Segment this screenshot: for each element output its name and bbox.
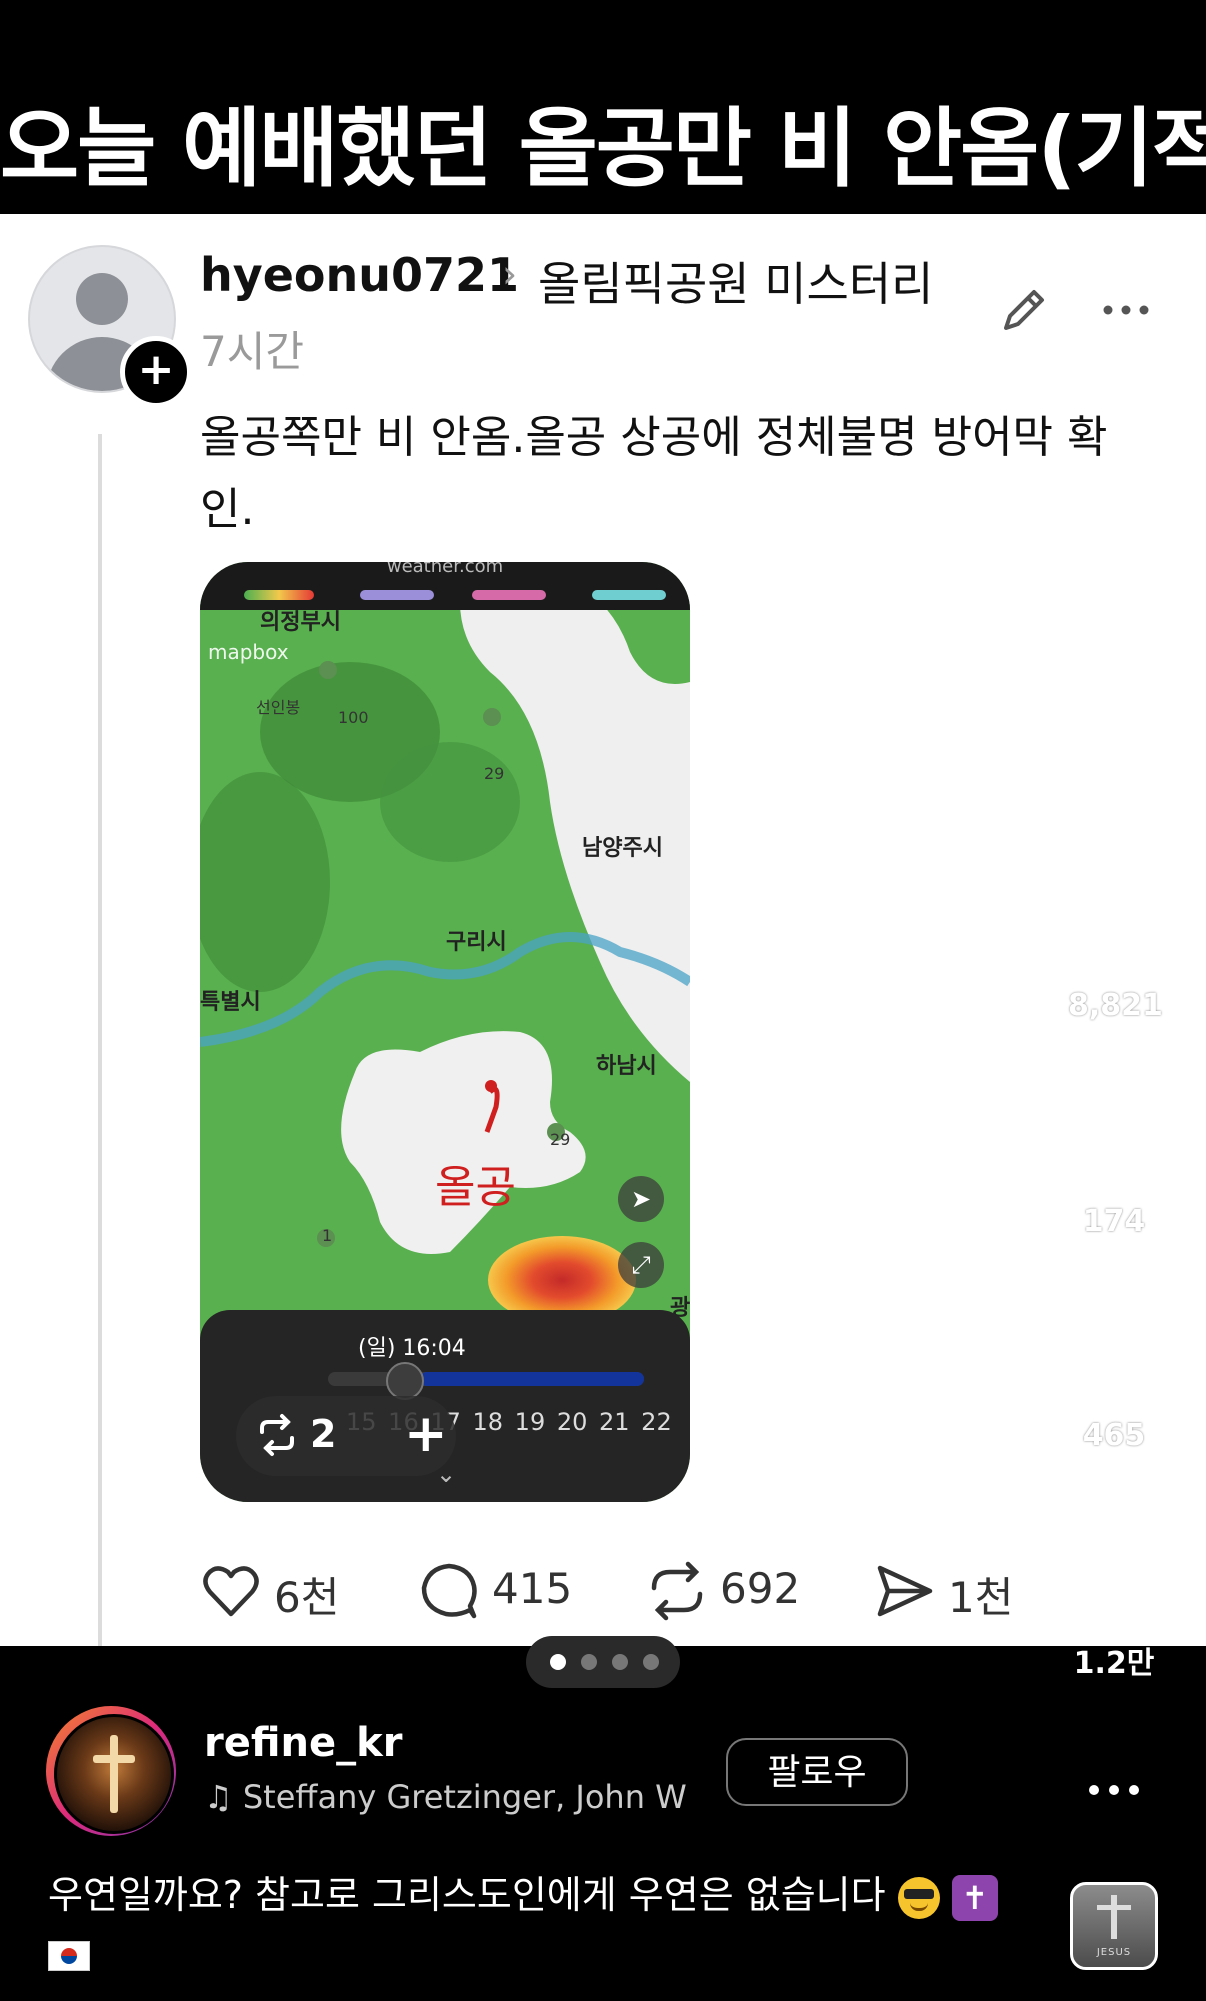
banner-title: 오늘 예배했던 올공만 비 안옴(기적) xyxy=(0,99,1206,199)
comment-icon xyxy=(421,1563,477,1619)
post-repost-count: 692 xyxy=(720,1564,801,1613)
follow-button[interactable]: 팔로우 xyxy=(726,1738,908,1806)
creator-username[interactable]: refine_kr xyxy=(204,1720,402,1766)
heart-icon xyxy=(203,1566,259,1617)
reel-caption[interactable]: 우연일까요? 참고로 그리스도인에게 우연은 없습니다 ✝ xyxy=(48,1866,1048,1982)
chevron-right-icon: › xyxy=(502,252,518,296)
post-community[interactable]: 올림픽공원 미스터리 xyxy=(538,248,934,314)
audio-thumb-label: JESUS xyxy=(1096,1947,1132,1958)
music-artists: Steffany Gretzinger, John W xyxy=(242,1778,687,1816)
reel-share-count: 1.2만 xyxy=(1073,1646,1155,1681)
reel-comment-count: 174 xyxy=(1082,1204,1146,1239)
reel-like-button[interactable]: 8,821 xyxy=(1068,904,1163,1023)
repost-overlay-pill[interactable]: 2 + xyxy=(236,1396,456,1476)
post-comment-button[interactable]: 415 xyxy=(418,1560,578,1620)
pencil-icon[interactable] xyxy=(996,282,1052,338)
handwritten-ollgong-label: 올공 xyxy=(435,1162,516,1213)
avatar-head-shape xyxy=(76,273,128,325)
timeline-date: (일) 16:04 xyxy=(358,1336,466,1361)
chevron-down-icon[interactable]: ⌄ xyxy=(436,1460,456,1488)
map-label-namyangju: 남양주시 xyxy=(582,836,663,861)
reel-share-button[interactable]: 1.2만 xyxy=(1068,1554,1160,1682)
carousel-page-indicator xyxy=(526,1636,680,1688)
latin-cross-emoji-icon: ✝ xyxy=(951,1874,998,1921)
ice-legend xyxy=(472,590,546,600)
crucifix-horizontal-shape xyxy=(1097,1905,1131,1910)
map-road-29b: 29 xyxy=(550,1130,571,1149)
cross-image xyxy=(54,1714,174,1834)
heart-icon xyxy=(1075,908,1153,977)
overlay-count: 2 xyxy=(310,1412,337,1456)
map-road-100: 100 xyxy=(338,708,369,727)
map-label-guri: 구리시 xyxy=(446,930,507,955)
page-dot-active[interactable] xyxy=(550,1654,566,1670)
thread-line xyxy=(98,434,102,1646)
reel-repost-button[interactable]: 465 xyxy=(1068,1326,1160,1453)
map-road-29: 29 xyxy=(484,764,505,783)
caption-text: 우연일까요? 참고로 그리스도인에게 우연은 없습니다 xyxy=(48,1873,886,1917)
reel-comment-button[interactable]: 174 xyxy=(1068,1116,1160,1239)
sunglasses-emoji-icon xyxy=(897,1876,940,1919)
map-legend-bar: weather.com xyxy=(200,562,690,610)
crucifix-vertical-shape xyxy=(1111,1895,1117,1939)
cross-vertical-shape xyxy=(110,1735,118,1813)
source-watermark: weather.com xyxy=(386,562,504,577)
post-share-button[interactable]: 1천 xyxy=(874,1560,1024,1622)
fullscreen-icon[interactable]: ⤢ xyxy=(618,1242,664,1288)
send-icon xyxy=(877,1565,933,1617)
more-options-icon[interactable] xyxy=(1086,1770,1142,1810)
post-timestamp: 7시간 xyxy=(200,327,305,376)
repost-icon xyxy=(1081,1329,1147,1407)
timeline-panel: (일) 16:04 15 16 17 18 19 20 21 22 2 + ⌄ xyxy=(200,1310,690,1502)
post-image-weather-map[interactable]: 올공 weather.com mapbox 의정부시 선인봉 100 29 남양… xyxy=(200,562,690,1502)
map-road-1: 1 xyxy=(322,1226,333,1245)
add-icon[interactable]: + xyxy=(404,1404,448,1464)
rain-legend xyxy=(244,590,314,600)
snow-legend xyxy=(592,590,666,600)
locate-icon[interactable]: ➤ xyxy=(618,1176,664,1222)
mapbox-logo: mapbox xyxy=(208,640,289,664)
reel-like-count: 8,821 xyxy=(1068,988,1163,1023)
map-label-seoninbong: 선인봉 xyxy=(256,698,301,717)
audio-track-thumbnail[interactable]: JESUS xyxy=(1070,1882,1158,1970)
map-label-uijeongbu: 의정부시 xyxy=(260,610,341,635)
music-note-icon: ♫ xyxy=(204,1778,243,1816)
map-label-seoul: 특별시 xyxy=(200,990,261,1015)
post-username[interactable]: hyeonu0721 xyxy=(200,248,519,302)
mix-legend xyxy=(360,590,434,600)
post-like-button[interactable]: 6천 xyxy=(200,1560,360,1622)
post-share-count: 1천 xyxy=(948,1573,1014,1622)
repost-icon xyxy=(651,1561,703,1621)
repost-icon xyxy=(260,1414,294,1456)
post-body-text: 올공쪽만 비 안옴.올공 상공에 정체불명 방어막 확인. xyxy=(200,412,1108,535)
map-label-hanam: 하남시 xyxy=(596,1054,657,1079)
korea-flag-emoji-icon xyxy=(48,1940,90,1971)
creator-avatar[interactable] xyxy=(46,1706,176,1836)
follow-plus-icon[interactable]: + xyxy=(120,336,192,408)
comment-icon xyxy=(1075,1119,1153,1193)
send-icon xyxy=(1075,1555,1151,1627)
page-dot[interactable] xyxy=(612,1654,628,1670)
reel-repost-count: 465 xyxy=(1082,1418,1146,1453)
more-options-icon[interactable] xyxy=(1098,282,1154,338)
post-like-count: 6천 xyxy=(274,1573,340,1622)
cross-horizontal-shape xyxy=(93,1755,135,1763)
music-attribution[interactable]: ♫ Steffany Gretzinger, John W xyxy=(204,1778,698,1816)
post-repost-button[interactable]: 692 xyxy=(646,1560,816,1621)
timeline-knob[interactable] xyxy=(386,1362,424,1400)
page-dot[interactable] xyxy=(581,1654,597,1670)
post-comment-count: 415 xyxy=(492,1564,573,1613)
timeline-forecast-fill xyxy=(420,1372,644,1386)
page-dot[interactable] xyxy=(643,1654,659,1670)
